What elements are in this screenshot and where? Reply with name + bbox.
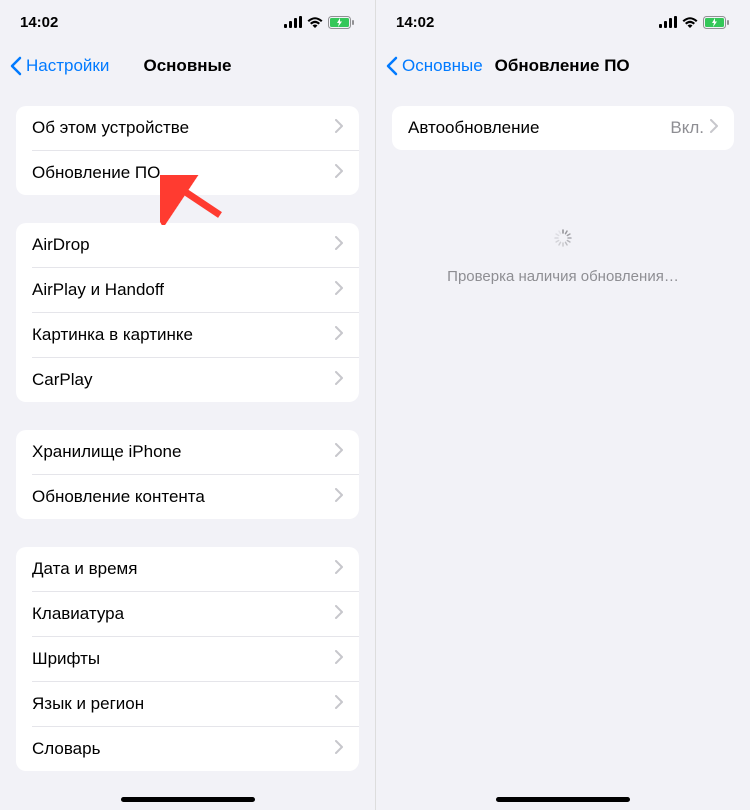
row-value: Вкл. [670,118,704,138]
loading-area: Проверка наличия обновления… [376,178,750,285]
row-label: AirPlay и Handoff [32,280,164,300]
row-label: AirDrop [32,235,90,255]
dictionary-row[interactable]: Словарь [32,726,359,771]
row-label: Обновление контента [32,487,205,507]
chevron-left-icon [10,56,22,76]
home-indicator[interactable] [496,797,630,802]
status-bar: 14:02 [0,0,375,44]
chevron-right-icon [335,325,343,345]
auto-update-group: Автообновление Вкл. [392,106,734,150]
general-settings-screen: 14:02 Настройки Основные Об этом устройс… [0,0,375,810]
row-label: Картинка в картинке [32,325,193,345]
software-update-row[interactable]: Обновление ПО [32,150,359,195]
row-label: Дата и время [32,559,137,579]
picture-in-picture-row[interactable]: Картинка в картинке [32,312,359,357]
chevron-right-icon [335,118,343,138]
date-time-row[interactable]: Дата и время [16,547,359,591]
background-app-refresh-row[interactable]: Обновление контента [32,474,359,519]
chevron-left-icon [386,56,398,76]
row-label: Автообновление [408,118,539,138]
keyboard-row[interactable]: Клавиатура [32,591,359,636]
back-button[interactable]: Настройки [10,56,109,76]
content-area: Автообновление Вкл. [376,88,750,810]
chevron-right-icon [335,604,343,624]
battery-charging-icon [703,16,730,29]
loading-text: Проверка наличия обновления… [376,268,750,285]
iphone-storage-row[interactable]: Хранилище iPhone [16,430,359,474]
back-label: Настройки [26,56,109,76]
spinner-icon [553,228,573,248]
airplay-handoff-row[interactable]: AirPlay и Handoff [32,267,359,312]
row-label: Словарь [32,739,100,759]
page-title: Обновление ПО [495,56,630,76]
about-device-row[interactable]: Об этом устройстве [16,106,359,150]
chevron-right-icon [335,235,343,255]
chevron-right-icon [710,118,718,138]
status-time: 14:02 [20,14,58,31]
status-icons [659,16,730,29]
chevron-right-icon [335,739,343,759]
chevron-right-icon [335,487,343,507]
auto-update-row[interactable]: Автообновление Вкл. [392,106,734,150]
status-icons [284,16,355,29]
software-update-screen: 14:02 Основные Обновление ПО Автообновле… [375,0,750,810]
language-region-row[interactable]: Язык и регион [32,681,359,726]
airdrop-row[interactable]: AirDrop [16,223,359,267]
row-label: CarPlay [32,370,92,390]
battery-charging-icon [328,16,355,29]
content-area: Об этом устройствеОбновление ПОAirDropAi… [0,88,375,810]
signal-icon [659,16,677,28]
row-right: Вкл. [670,118,718,138]
chevron-right-icon [335,163,343,183]
nav-bar: Настройки Основные [0,44,375,88]
settings-group: Хранилище iPhone Обновление контента [16,430,359,519]
fonts-row[interactable]: Шрифты [32,636,359,681]
signal-icon [284,16,302,28]
chevron-right-icon [335,649,343,669]
wifi-icon [307,16,323,28]
row-label: Клавиатура [32,604,124,624]
chevron-right-icon [335,442,343,462]
nav-bar: Основные Обновление ПО [376,44,750,88]
row-label: Обновление ПО [32,163,160,183]
carplay-row[interactable]: CarPlay [32,357,359,402]
chevron-right-icon [335,370,343,390]
settings-group: AirDrop AirPlay и Handoff Картинка в карти… [16,223,359,402]
page-title: Основные [143,56,231,76]
settings-group: Дата и время Клавиатура Шрифты Язык и регио… [16,547,359,771]
row-label: Об этом устройстве [32,118,189,138]
chevron-right-icon [335,694,343,714]
row-label: Хранилище iPhone [32,442,181,462]
status-time: 14:02 [396,14,434,31]
row-label: Шрифты [32,649,100,669]
row-label: Язык и регион [32,694,144,714]
wifi-icon [682,16,698,28]
status-bar: 14:02 [376,0,750,44]
back-button[interactable]: Основные [386,56,483,76]
chevron-right-icon [335,280,343,300]
back-label: Основные [402,56,483,76]
settings-group: Об этом устройстве Обновление ПО [16,106,359,195]
chevron-right-icon [335,559,343,579]
home-indicator[interactable] [121,797,255,802]
